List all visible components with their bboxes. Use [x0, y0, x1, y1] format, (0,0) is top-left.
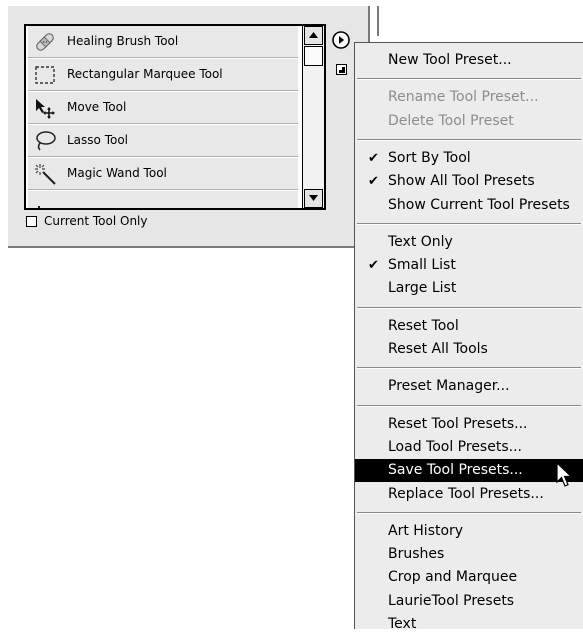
menu-item-label: LaurieTool Presets	[388, 592, 515, 609]
preset-list: Healing Brush Tool Rectangular Marquee T…	[24, 24, 326, 210]
current-tool-only-label: Current Tool Only	[44, 214, 148, 228]
menu-item-rename-tool-preset: Rename Tool Preset...	[355, 86, 583, 109]
list-item-label: Move Tool	[67, 100, 127, 114]
menu-item-brushes[interactable]: Brushes	[355, 543, 583, 566]
menu-item-show-all-tool-presets[interactable]: ✔ Show All Tool Presets	[355, 170, 583, 193]
checkmark-icon: ✔	[368, 150, 379, 166]
checkmark-icon: ✔	[368, 258, 379, 274]
menu-item-label: Replace Tool Presets...	[388, 485, 544, 502]
arrow-up-icon	[309, 32, 318, 38]
rectangular-marquee-icon	[35, 66, 55, 84]
menu-item-load-tool-presets[interactable]: Load Tool Presets...	[355, 436, 583, 459]
menu-item-label: Save Tool Presets...	[388, 462, 523, 479]
menu-item-label: Text Only	[388, 233, 453, 250]
menu-item-new-tool-preset[interactable]: New Tool Preset...	[355, 49, 583, 72]
menu-item-reset-tool[interactable]: Reset Tool	[355, 315, 583, 338]
menu-item-text-only[interactable]: Text Only	[355, 231, 583, 254]
menu-item-label: Crop and Marquee	[388, 569, 518, 586]
menu-item-label: Large List	[388, 280, 457, 297]
menu-item-label: Show Current Tool Presets	[388, 196, 570, 213]
menu-item-label: Reset All Tools	[388, 341, 488, 357]
palette-flyout-menu: New Tool Preset... Rename Tool Preset... D…	[354, 42, 583, 632]
list-item-label: Rectangular Marquee Tool	[67, 67, 223, 81]
menu-item-laurietool-presets[interactable]: LaurieTool Presets	[355, 590, 583, 613]
menu-item-save-tool-presets[interactable]: Save Tool Presets...	[355, 459, 583, 483]
menu-item-crop-and-marquee[interactable]: Crop and Marquee	[355, 566, 583, 589]
menu-item-preset-manager[interactable]: Preset Manager...	[355, 375, 583, 398]
menu-item-label: Preset Manager...	[388, 378, 510, 395]
menu-item-label: Small List	[388, 257, 456, 274]
current-tool-only-checkbox[interactable]	[26, 216, 37, 227]
menu-item-label: Art History	[388, 522, 464, 539]
menu-separator	[357, 78, 581, 81]
menu-item-label: Rename Tool Preset...	[388, 89, 539, 106]
menu-item-reset-all-tools[interactable]: Reset All Tools	[355, 338, 583, 361]
menu-item-label: Sort By Tool	[388, 149, 471, 166]
menu-item-label: Delete Tool Preset	[388, 112, 514, 129]
menu-separator	[357, 511, 581, 514]
menu-item-label: Brushes	[388, 546, 445, 563]
tool-presets-palette: Healing Brush Tool Rectangular Marquee T…	[8, 6, 379, 248]
menu-item-text[interactable]: Text	[355, 613, 583, 636]
menu-item-small-list[interactable]: ✔ Small List	[355, 254, 583, 277]
move-tool-icon	[36, 99, 55, 119]
menu-item-show-current-tool-presets[interactable]: Show Current Tool Presets	[355, 194, 583, 217]
menu-separator	[357, 222, 581, 225]
scroll-thumb[interactable]	[304, 46, 323, 66]
magic-wand-icon	[35, 164, 56, 185]
list-item-rectangular-marquee[interactable]: Rectangular Marquee Tool	[28, 59, 298, 91]
menu-item-delete-tool-preset: Delete Tool Preset	[355, 110, 583, 133]
lasso-icon	[36, 131, 56, 151]
scroll-up-button[interactable]	[304, 26, 323, 45]
menu-item-label: Reset Tool Presets...	[388, 415, 528, 432]
list-item-label: Healing Brush Tool	[67, 34, 179, 48]
menu-item-label: Text	[388, 616, 417, 632]
list-item-partial[interactable]	[28, 191, 298, 208]
checkmark-icon: ✔	[368, 174, 379, 190]
mouse-pointer-icon	[556, 462, 573, 487]
menu-item-reset-tool-presets[interactable]: Reset Tool Presets...	[355, 413, 583, 436]
menu-item-art-history[interactable]: Art History	[355, 520, 583, 543]
list-item-healing-brush[interactable]: Healing Brush Tool	[28, 26, 298, 58]
list-item-label: Lasso Tool	[67, 133, 129, 147]
menu-item-label: New Tool Preset...	[388, 52, 512, 68]
preset-list-scrollbar[interactable]	[302, 26, 324, 208]
scroll-down-button[interactable]	[304, 189, 323, 208]
menu-separator	[357, 306, 581, 309]
menu-separator	[357, 367, 581, 370]
menu-item-sort-by-tool[interactable]: ✔ Sort By Tool	[355, 147, 583, 170]
menu-item-replace-tool-presets[interactable]: Replace Tool Presets...	[355, 483, 583, 506]
arrow-down-icon	[309, 195, 318, 201]
menu-item-label: Show All Tool Presets	[388, 173, 535, 190]
new-preset-icon[interactable]	[336, 64, 347, 75]
healing-brush-icon	[36, 33, 54, 51]
menu-item-label: Reset Tool	[388, 317, 459, 334]
list-item-move-tool[interactable]: Move Tool	[28, 92, 298, 124]
list-item-label: Magic Wand Tool	[67, 166, 167, 180]
list-item-magic-wand[interactable]: Magic Wand Tool	[28, 158, 298, 190]
crop-tool-icon	[38, 206, 40, 208]
menu-item-large-list[interactable]: Large List	[355, 277, 583, 300]
menu-separator	[357, 138, 581, 141]
palette-edge	[377, 6, 379, 36]
palette-menu-button[interactable]	[331, 30, 351, 50]
menu-separator	[357, 404, 581, 407]
list-item-lasso-tool[interactable]: Lasso Tool	[28, 125, 298, 157]
menu-item-label: Load Tool Presets...	[388, 438, 522, 455]
